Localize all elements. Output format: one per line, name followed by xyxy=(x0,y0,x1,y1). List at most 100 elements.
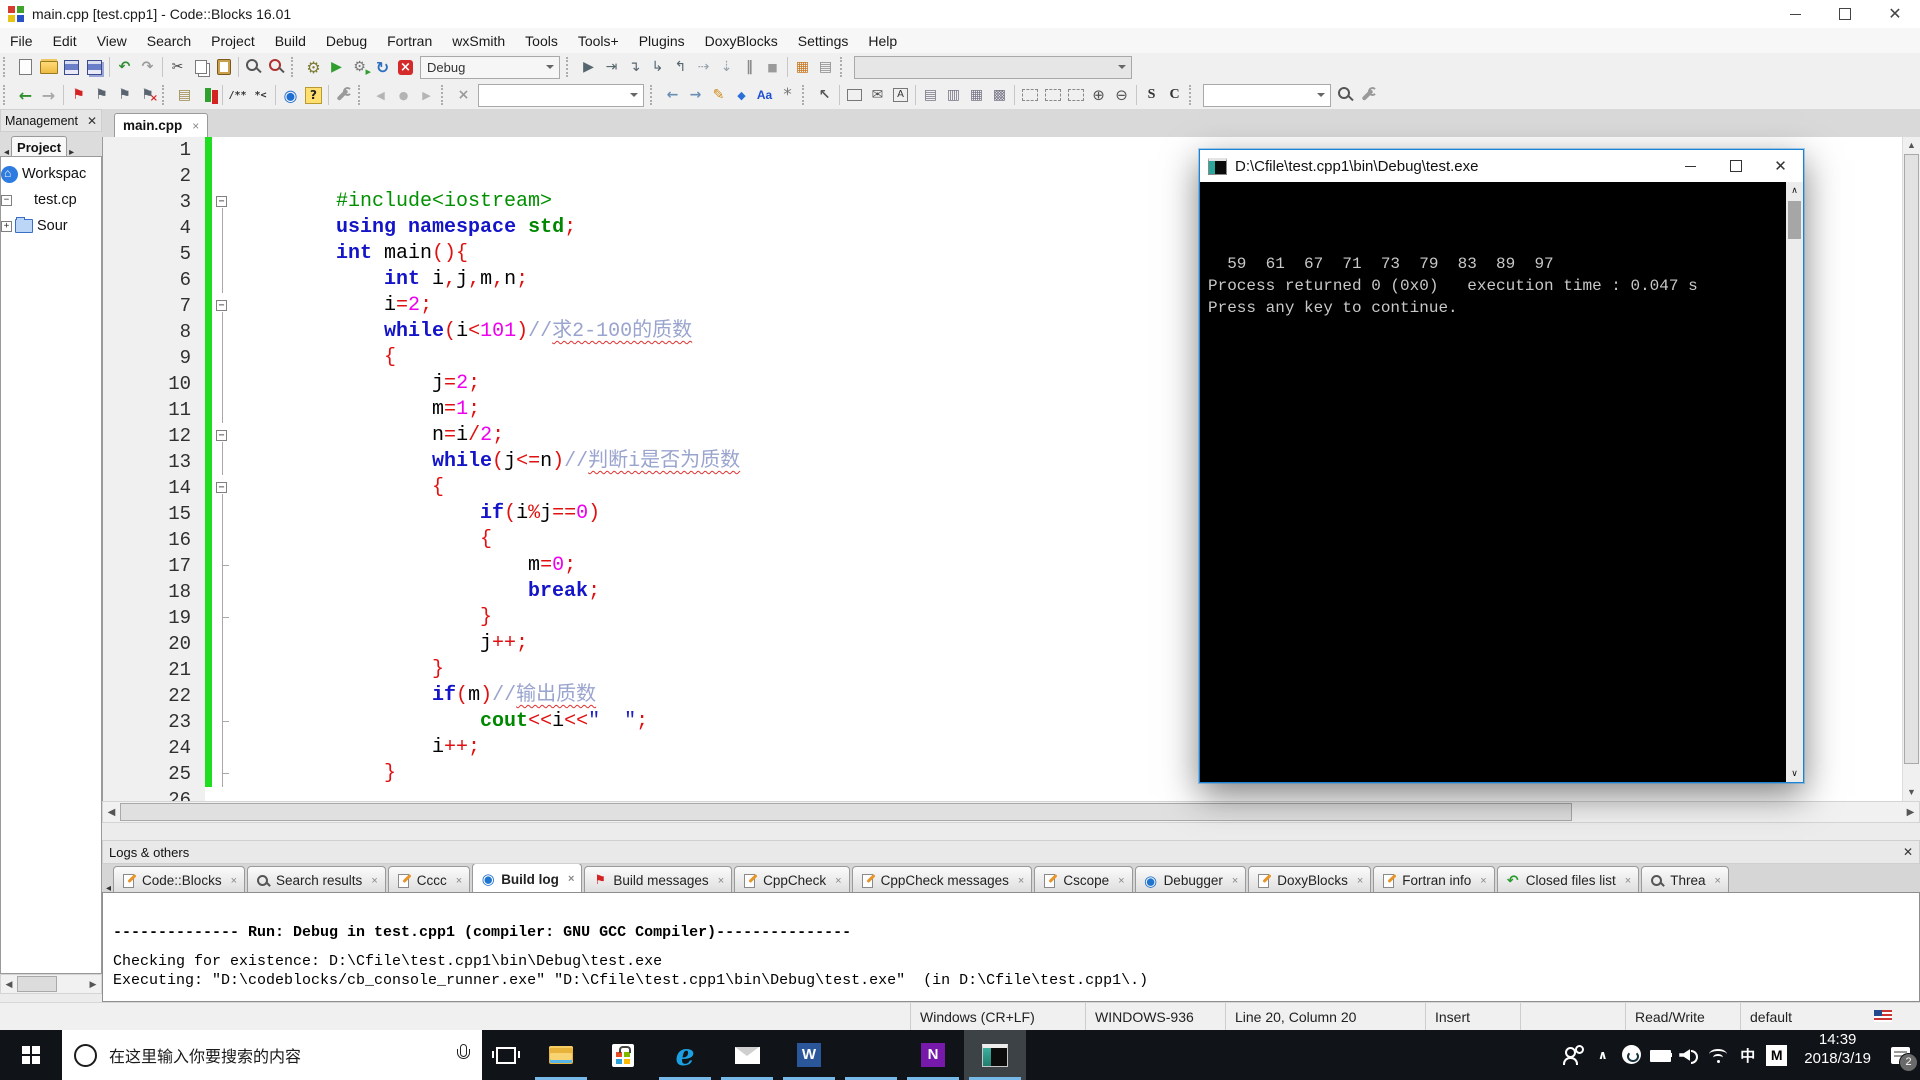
fold-margin[interactable] xyxy=(212,579,234,605)
microphone-icon[interactable] xyxy=(456,1044,470,1066)
log-tab[interactable]: Cscope × xyxy=(1034,866,1132,894)
tab-close-icon[interactable]: × xyxy=(1480,875,1486,887)
tab-close-icon[interactable]: × xyxy=(835,875,841,887)
toolbar-grip[interactable] xyxy=(840,57,847,77)
debugging-windows-icon[interactable] xyxy=(791,56,814,78)
undo-icon[interactable] xyxy=(113,56,136,78)
fold-margin[interactable] xyxy=(212,501,234,527)
tab-close-icon[interactable]: × xyxy=(1118,875,1124,887)
menu-item[interactable]: Plugins xyxy=(629,33,695,49)
taskbar-edge[interactable] xyxy=(654,1030,716,1080)
browse-back-icon[interactable] xyxy=(14,84,37,106)
tab-close-icon[interactable]: × xyxy=(1232,875,1238,887)
toolbar-grip[interactable] xyxy=(566,57,573,77)
dash-box-2-icon[interactable] xyxy=(1041,84,1064,106)
tree-expander[interactable]: + xyxy=(1,221,12,232)
taskbar-clock[interactable]: 14:39 2018/3/19 xyxy=(1795,1030,1880,1080)
fold-margin[interactable] xyxy=(212,423,234,449)
text-widget-icon[interactable] xyxy=(889,84,912,106)
toolbar-grip[interactable] xyxy=(441,85,448,105)
debug-continue-icon[interactable] xyxy=(577,56,600,78)
people-icon[interactable] xyxy=(1559,1030,1588,1080)
menu-item[interactable]: Help xyxy=(858,33,907,49)
save-icon[interactable] xyxy=(60,56,83,78)
logs-close-icon[interactable]: ✕ xyxy=(1903,845,1913,859)
jump-back-icon[interactable] xyxy=(661,84,684,106)
menu-item[interactable]: Fortran xyxy=(377,33,442,49)
step-into-instruction-icon[interactable] xyxy=(715,56,738,78)
edit-pencil-icon[interactable] xyxy=(707,84,730,106)
align-right-icon[interactable] xyxy=(965,84,988,106)
new-file-icon[interactable] xyxy=(14,56,37,78)
taskbar-console[interactable] xyxy=(964,1030,1026,1080)
fold-margin[interactable] xyxy=(212,527,234,553)
abort-icon[interactable] xyxy=(394,56,417,78)
fold-margin[interactable] xyxy=(212,683,234,709)
config-wrench-icon[interactable] xyxy=(1357,84,1380,106)
doc-inline-icon[interactable] xyxy=(249,84,272,106)
log-tab[interactable]: CppCheck × xyxy=(734,866,849,894)
tab-close-icon[interactable]: × xyxy=(231,875,237,887)
search-history-select[interactable] xyxy=(478,84,644,107)
fold-margin[interactable] xyxy=(212,787,234,801)
replace-icon[interactable] xyxy=(265,56,288,78)
stop-debugger-icon[interactable] xyxy=(761,56,784,78)
log-tab[interactable]: Build messages × xyxy=(584,866,732,894)
step-into-icon[interactable] xyxy=(646,56,669,78)
chevron-up-icon[interactable]: ∧ xyxy=(1588,1030,1617,1080)
editor-hscrollbar[interactable]: ◀ ▶ xyxy=(102,801,1920,823)
action-center-button[interactable]: 2 xyxy=(1880,1030,1920,1080)
fold-margin[interactable] xyxy=(212,241,234,267)
start-button[interactable] xyxy=(0,1030,62,1080)
menu-item[interactable]: File xyxy=(0,33,43,49)
fold-margin[interactable] xyxy=(212,371,234,397)
dash-box-3-icon[interactable] xyxy=(1064,84,1087,106)
maximize-button[interactable] xyxy=(1820,0,1870,28)
open-file-icon[interactable] xyxy=(37,56,60,78)
management-close-icon[interactable]: ✕ xyxy=(87,114,97,128)
management-hscrollbar[interactable]: ◀ ▶ xyxy=(0,974,102,994)
fold-margin[interactable] xyxy=(212,475,234,501)
find-icon[interactable] xyxy=(242,56,265,78)
mail-widget-icon[interactable] xyxy=(866,84,889,106)
scroll-thumb[interactable] xyxy=(120,803,1572,821)
zoom-in-icon[interactable] xyxy=(1087,84,1110,106)
bookmark-prev-icon[interactable] xyxy=(90,84,113,106)
align-center-icon[interactable] xyxy=(942,84,965,106)
scroll-right-icon[interactable]: ▶ xyxy=(1902,807,1919,818)
menu-item[interactable]: Build xyxy=(265,33,316,49)
log-tab[interactable]: Search results × xyxy=(247,866,386,894)
browse-fwd-icon[interactable] xyxy=(37,84,60,106)
tree-item[interactable]: Workspac xyxy=(1,161,101,187)
scroll-left-icon[interactable]: ◀ xyxy=(103,807,120,818)
code-statistics-icon[interactable] xyxy=(173,84,196,106)
tab-close-icon[interactable]: × xyxy=(371,875,377,887)
log-tab[interactable]: Build log × xyxy=(472,864,582,894)
menu-item[interactable]: Settings xyxy=(788,33,859,49)
log-tab[interactable]: Cccc × xyxy=(388,866,470,894)
letter-c-icon[interactable] xyxy=(1163,84,1186,106)
bookmark-clear-icon[interactable] xyxy=(136,84,159,106)
align-left-icon[interactable] xyxy=(919,84,942,106)
scroll-down-icon[interactable]: ∨ xyxy=(1786,765,1803,782)
menu-item[interactable]: Debug xyxy=(316,33,377,49)
step-out-icon[interactable] xyxy=(669,56,692,78)
console-window[interactable]: D:\Cfile\test.cpp1\bin\Debug\test.exe ✕ … xyxy=(1199,149,1804,783)
fold-margin[interactable] xyxy=(212,657,234,683)
zoom-out-icon[interactable] xyxy=(1110,84,1133,106)
run-to-cursor-icon[interactable] xyxy=(600,56,623,78)
scroll-thumb[interactable] xyxy=(1904,154,1919,764)
break-debugger-icon[interactable] xyxy=(738,56,761,78)
menu-item[interactable]: Tools+ xyxy=(568,33,629,49)
taskbar-codeblocks[interactable] xyxy=(840,1030,902,1080)
rebuild-icon[interactable] xyxy=(371,56,394,78)
menu-item[interactable]: Tools xyxy=(515,33,568,49)
bookmark-toggle-icon[interactable] xyxy=(67,84,90,106)
menu-item[interactable]: View xyxy=(87,33,137,49)
fold-margin[interactable] xyxy=(212,267,234,293)
tray-app-icon[interactable] xyxy=(1617,1030,1646,1080)
doxygen-help-icon[interactable] xyxy=(302,84,325,106)
fold-margin[interactable] xyxy=(212,449,234,475)
tree-item[interactable]: + Sour xyxy=(1,213,101,239)
incremental-search-input[interactable] xyxy=(1203,84,1331,107)
